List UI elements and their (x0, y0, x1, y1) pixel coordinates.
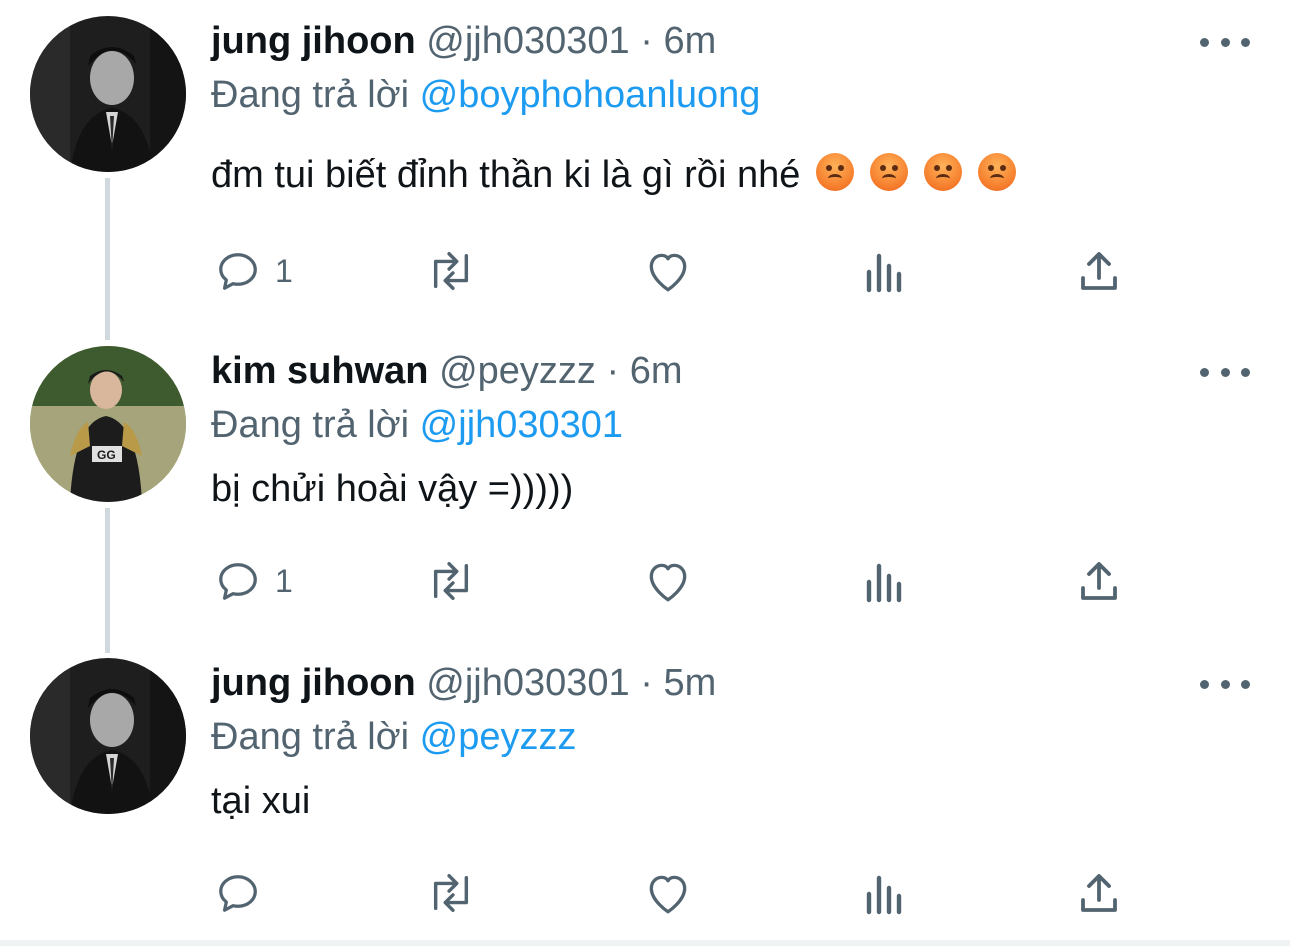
avatar-photo-outdoor-jersey: GG (30, 346, 186, 502)
replying-to-label: Đang trả lời (211, 74, 410, 116)
reply-button[interactable]: 1 (215, 246, 293, 296)
avatar[interactable] (30, 16, 186, 172)
retweet-button[interactable] (423, 246, 479, 296)
replying-to-label: Đang trả lời (211, 404, 410, 446)
bottom-divider (0, 940, 1290, 946)
views-button[interactable] (863, 556, 907, 606)
retweet-button[interactable] (423, 556, 479, 606)
tweet-1[interactable]: jung jihoon @jjh030301 · 6m Đang trả lời… (0, 0, 1290, 330)
reply-button[interactable]: 1 (215, 556, 293, 606)
like-button[interactable] (643, 246, 693, 296)
share-upload-icon (1081, 562, 1117, 600)
more-options-ellipsis-icon[interactable] (1200, 674, 1250, 694)
tweet-text: đm tui biết đỉnh thần ki là gì rồi nhé (211, 152, 1250, 198)
angry-face-emoji (978, 153, 1017, 191)
angry-face-emoji (816, 153, 855, 191)
more-options-ellipsis-icon[interactable] (1200, 362, 1250, 382)
separator-dot: · (606, 350, 620, 392)
heart-icon (649, 875, 687, 914)
user-handle[interactable]: @peyzzz (439, 350, 596, 392)
tweet-text: tại xui (211, 778, 1250, 824)
tweet-text-content: đm tui biết đỉnh thần ki là gì rồi nhé (211, 154, 801, 196)
reply-button[interactable] (215, 868, 261, 918)
tweet-thread: jung jihoon @jjh030301 · 6m Đang trả lời… (0, 0, 1290, 946)
tweet-header: kim suhwan @peyzzz · 6m (211, 348, 1250, 394)
views-button[interactable] (863, 868, 907, 918)
replying-to-label: Đang trả lời (211, 716, 410, 758)
tweet-header: jung jihoon @jjh030301 · 5m (211, 660, 1250, 706)
tweet-actions (211, 868, 1151, 918)
replying-to-line: Đang trả lời @peyzzz (211, 714, 1250, 760)
timestamp[interactable]: 6m (663, 20, 716, 62)
bar-chart-icon (866, 253, 902, 293)
tweet-text: bị chửi hoài vậy =))))) (211, 466, 1250, 512)
reply-count: 1 (275, 252, 293, 289)
tweet-2[interactable]: GG kim suhwan @peyzzz · 6m Đang trả lời … (0, 330, 1290, 648)
user-handle[interactable]: @jjh030301 (426, 20, 629, 62)
display-name[interactable]: jung jihoon (211, 662, 416, 704)
timestamp[interactable]: 5m (663, 662, 716, 704)
replying-to-line: Đang trả lời @jjh030301 (211, 402, 1250, 448)
retweet-arrows-icon (433, 874, 469, 912)
replying-to-mention[interactable]: @boyphohoanluong (420, 74, 761, 116)
more-options-ellipsis-icon[interactable] (1200, 32, 1250, 52)
angry-face-emoji (924, 153, 963, 191)
avatar-photo-dark-suit (30, 658, 186, 814)
reply-count: 1 (275, 562, 293, 599)
svg-text:GG: GG (97, 448, 116, 462)
tweet-actions: 1 (211, 556, 1151, 606)
heart-icon (649, 253, 687, 292)
share-upload-icon (1081, 252, 1117, 290)
tweet-header: jung jihoon @jjh030301 · 6m (211, 18, 1250, 64)
bar-chart-icon (866, 875, 902, 915)
retweet-button[interactable] (423, 868, 479, 918)
retweet-arrows-icon (433, 252, 469, 290)
separator-dot: · (640, 20, 653, 62)
separator-dot: · (640, 662, 653, 704)
share-upload-icon (1081, 874, 1117, 912)
replying-to-mention[interactable]: @jjh030301 (420, 404, 623, 446)
display-name[interactable]: kim suhwan (211, 350, 429, 392)
timestamp[interactable]: 6m (630, 350, 683, 392)
views-button[interactable] (863, 246, 907, 296)
like-button[interactable] (643, 868, 693, 918)
avatar[interactable]: GG (30, 346, 186, 502)
replying-to-line: Đang trả lời @boyphohoanluong (211, 72, 1250, 118)
speech-bubble-icon (219, 253, 257, 290)
angry-face-emoji (870, 153, 909, 191)
user-handle[interactable]: @jjh030301 (426, 662, 629, 704)
heart-icon (649, 563, 687, 602)
speech-bubble-icon (219, 563, 257, 600)
share-button[interactable] (1077, 246, 1121, 296)
tweet-text-content: bị chửi hoài vậy =))))) (211, 468, 574, 510)
replying-to-mention[interactable]: @peyzzz (420, 716, 577, 758)
tweet-3[interactable]: jung jihoon @jjh030301 · 5m Đang trả lời… (0, 642, 1290, 946)
avatar-photo-dark-suit (30, 16, 186, 172)
display-name[interactable]: jung jihoon (211, 20, 416, 62)
retweet-arrows-icon (433, 562, 469, 600)
speech-bubble-icon (219, 875, 257, 912)
avatar[interactable] (30, 658, 186, 814)
share-button[interactable] (1077, 868, 1121, 918)
tweet-actions: 1 (211, 246, 1151, 296)
bar-chart-icon (866, 563, 902, 603)
like-button[interactable] (643, 556, 693, 606)
tweet-text-content: tại xui (211, 780, 311, 822)
share-button[interactable] (1077, 556, 1121, 606)
